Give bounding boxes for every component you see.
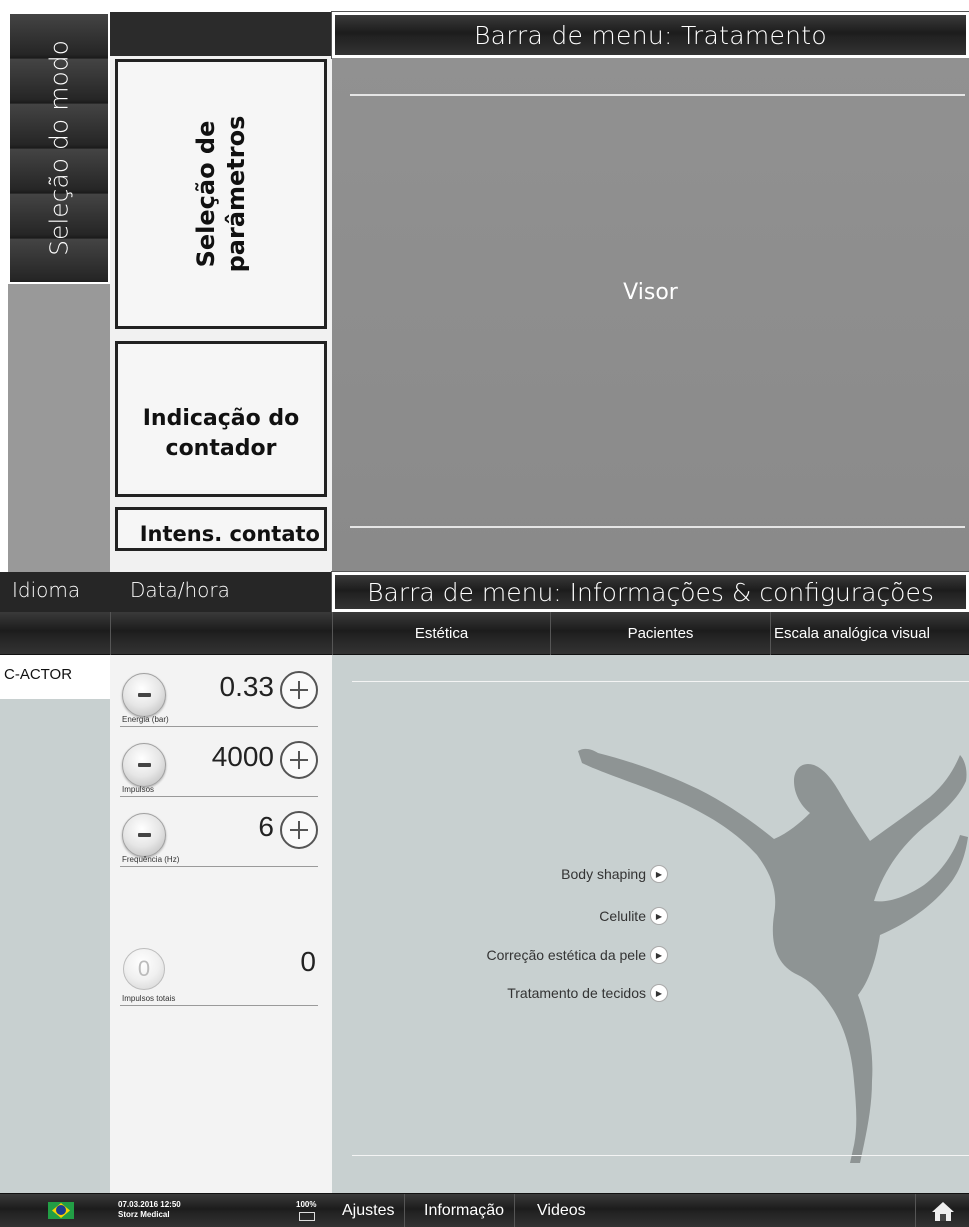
battery-percentage: 100% [296, 1200, 317, 1209]
diagram-counter-line2: contador [165, 436, 277, 461]
treatment-screen: Estética Pacientes Escala analógica visu… [0, 612, 969, 1227]
diagram-treatment-menu-bar: Barra de menu: Tratamento [331, 11, 969, 59]
treatment-link-body-shaping[interactable]: Body shaping ▶ [561, 863, 668, 885]
diagram-date-time-label: Data/hora [130, 578, 230, 602]
total-impulses-counter: 0 0 Impulsos totais [120, 946, 318, 1006]
home-icon [931, 1202, 954, 1221]
play-arrow-icon: ▶ [650, 946, 668, 964]
impulses-label: Impulsos [122, 785, 155, 794]
frequency-minus-button[interactable] [122, 813, 166, 857]
diagram-mode-selection-label: Seleção do modo [44, 40, 74, 256]
total-impulses-label: Impulsos totais [122, 994, 176, 1003]
menu-informacao[interactable]: Informação [414, 1194, 516, 1227]
impulses-plus-button[interactable] [280, 741, 318, 779]
play-arrow-icon: ▶ [650, 865, 668, 883]
diagram-display-label: Visor [623, 280, 678, 305]
parameter-panel: 0.33 Energia (bar) 4000 Impulsos 6 Frequ… [110, 655, 332, 1193]
status-menu-bar: 07.03.2016 12:50 Storz Medical 100% Ajus… [0, 1193, 969, 1227]
impulses-minus-button[interactable] [122, 743, 166, 787]
parameter-impulses: 4000 Impulsos [120, 737, 318, 797]
frequency-value: 6 [258, 811, 274, 842]
treatment-link-correcao-estetica-da-pele[interactable]: Correção estética da pele ▶ [486, 944, 668, 966]
treatment-label-body-shaping: Body shaping [561, 866, 646, 882]
diagram-top-left-block [110, 12, 332, 56]
diagram-parameter-selection-label: Seleção de parâmetros [191, 116, 251, 273]
diagram-contact-intensity-box: Intens. contato [115, 507, 327, 551]
reset-counter-button[interactable]: 0 [123, 948, 165, 990]
brazil-flag-icon[interactable] [48, 1202, 74, 1219]
minus-icon [137, 763, 151, 767]
parameter-energy: 0.33 Energia (bar) [120, 667, 318, 727]
frequency-plus-button[interactable] [280, 811, 318, 849]
play-arrow-icon: ▶ [650, 984, 668, 1002]
tab-empty-1 [0, 612, 110, 655]
diagram-treatment-menu-bar-label: Barra de menu: Tratamento [474, 20, 827, 50]
play-arrow-icon: ▶ [650, 907, 668, 925]
tab-escala-analogica-visual[interactable]: Escala analógica visual [770, 612, 969, 655]
minus-icon [137, 693, 151, 697]
battery-charging-icon [299, 1212, 315, 1221]
diagram-info-settings-menu-bar: Barra de menu: Informações & configuraçõ… [331, 571, 969, 613]
date-time-value: 07.03.2016 12:50 [118, 1200, 181, 1209]
mode-item-c-actor[interactable]: C-ACTOR [0, 655, 110, 699]
diagram-divider-top [350, 94, 965, 96]
diagram-divider-bottom [350, 526, 965, 528]
diagram-language-label: Idioma [12, 578, 81, 602]
mode-selection-panel: C-ACTOR [0, 655, 110, 1193]
display-divider-top [352, 681, 969, 682]
energy-label: Energia (bar) [122, 715, 169, 724]
treatment-link-celulite[interactable]: Celulite ▶ [599, 905, 668, 927]
frequency-label: Frequência (Hz) [122, 855, 180, 864]
parameter-frequency: 6 Frequência (Hz) [120, 807, 318, 867]
treatment-label-tratamento-de-tecidos: Tratamento de tecidos [507, 985, 646, 1001]
home-button[interactable] [915, 1194, 969, 1227]
display-divider-bottom [352, 1155, 969, 1156]
diagram-display-area: Visor [332, 58, 969, 572]
treatment-label-correcao-estetica-da-pele: Correção estética da pele [486, 947, 646, 963]
date-time-display[interactable]: 07.03.2016 12:50 Storz Medical [118, 1200, 181, 1220]
treatment-label-celulite: Celulite [599, 908, 646, 924]
diagram-contact-intensity-label: Intens. contato [139, 522, 320, 546]
minus-icon [137, 833, 151, 837]
diagram-counter-label: Indicação do contador [143, 404, 300, 464]
display-area: Body shaping ▶ Celulite ▶ Correção estét… [332, 655, 969, 1193]
diagram-left-panel [8, 284, 110, 572]
diagram-parameter-selection-line1: Seleção de [192, 120, 220, 268]
energy-minus-button[interactable] [122, 673, 166, 717]
impulses-value: 4000 [211, 741, 274, 772]
diagram-counter-line1: Indicação do [142, 406, 300, 431]
tab-estetica[interactable]: Estética [332, 612, 550, 655]
diagram-mode-selection-area: Seleção do modo [8, 12, 110, 284]
company-name: Storz Medical [118, 1210, 170, 1219]
menu-videos[interactable]: Videos [527, 1194, 596, 1227]
diagram-parameter-selection-box: Seleção de parâmetros [115, 59, 327, 329]
tab-pacientes[interactable]: Pacientes [550, 612, 770, 655]
total-impulses-value: 0 [300, 946, 316, 977]
diagram-parameter-selection-line2: parâmetros [222, 115, 250, 273]
diagram-info-settings-menu-bar-label: Barra de menu: Informações & configuraçõ… [367, 577, 934, 607]
treatment-tab-bar: Estética Pacientes Escala analógica visu… [0, 612, 969, 655]
reset-counter-icon: 0 [137, 956, 151, 981]
energy-plus-button[interactable] [280, 671, 318, 709]
energy-value: 0.33 [219, 671, 275, 702]
flag-circle [56, 1205, 66, 1215]
tab-empty-2 [110, 612, 332, 655]
menu-ajustes[interactable]: Ajustes [332, 1194, 406, 1227]
treatment-link-tratamento-de-tecidos[interactable]: Tratamento de tecidos ▶ [507, 982, 668, 1004]
diagram-counter-box: Indicação do contador [115, 341, 327, 497]
layout-diagram: Seleção do modo Seleção de parâmetros In… [0, 0, 969, 613]
